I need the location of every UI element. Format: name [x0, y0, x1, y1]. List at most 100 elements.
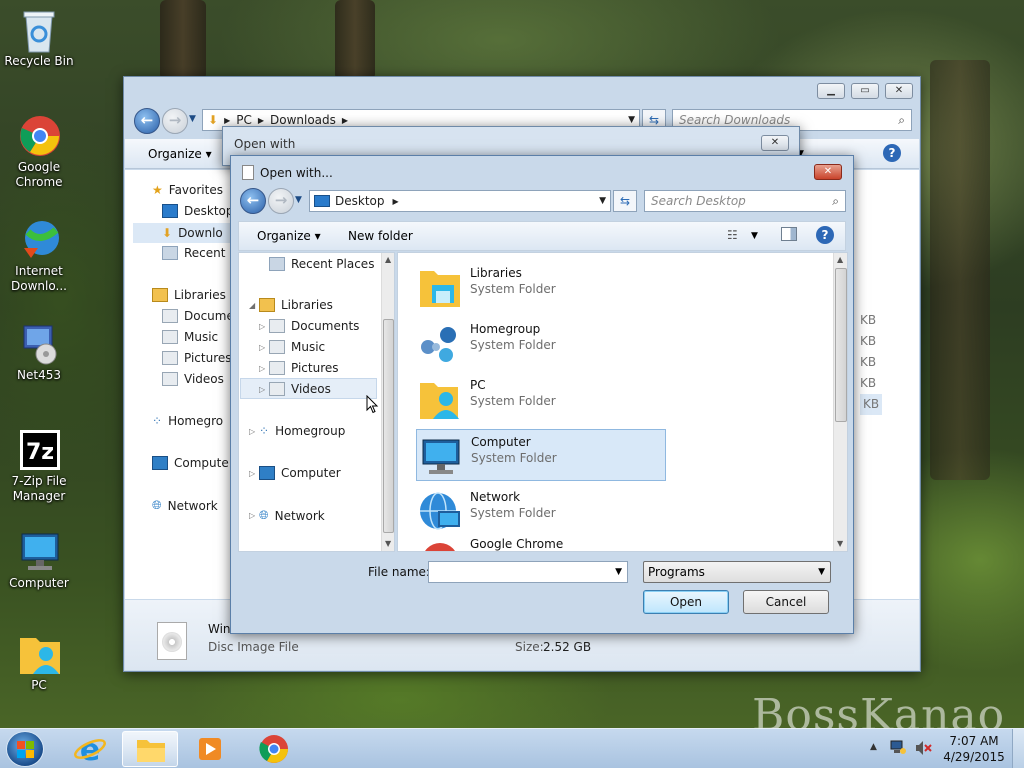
scroll-down-arrow[interactable]: ▼ — [385, 539, 391, 548]
desktop-icon-google-chrome[interactable]: Google Chrome — [1, 114, 77, 190]
size-column: KB KB KB KB KB — [860, 310, 883, 415]
minimize-button[interactable]: ▁ — [817, 83, 845, 99]
dialog-refresh-button[interactable]: ⇆ — [613, 190, 637, 212]
tree-expand-arrow[interactable]: ▷ — [249, 427, 255, 436]
desktop-icon-label: Google Chrome — [15, 160, 63, 189]
nav-music[interactable]: Music — [162, 330, 218, 344]
file-list-scrollbar[interactable]: ▲ ▼ — [833, 253, 847, 551]
dialog-address-dropdown-icon[interactable]: ▼ — [599, 196, 606, 206]
taskbar-internet-explorer[interactable]: e — [62, 731, 118, 768]
volume-muted-icon[interactable] — [914, 740, 932, 756]
tree-expand-arrow[interactable]: ▷ — [249, 469, 255, 478]
breadcrumb-pc[interactable]: PC — [236, 113, 252, 127]
dialog-close-button[interactable]: ✕ — [814, 164, 842, 180]
nav-favorites[interactable]: ★ Favorites — [152, 183, 223, 197]
forward-button[interactable]: → — [162, 108, 188, 134]
breadcrumb-desktop[interactable]: Desktop — [335, 194, 385, 208]
nav-computer[interactable]: Compute — [152, 456, 229, 470]
desktop-icon-label: Computer — [9, 576, 69, 590]
filename-input[interactable]: ▼ — [428, 561, 628, 583]
dialog-organize-menu[interactable]: Organize ▾ — [257, 229, 321, 243]
address-dropdown-icon[interactable]: ▼ — [628, 115, 635, 125]
dialog-address-bar[interactable]: Desktop ▶ ▼ — [309, 190, 611, 212]
tree-expand-arrow[interactable]: ▷ — [259, 385, 265, 394]
file-item-network[interactable]: Network System Folder — [416, 485, 666, 537]
taskbar-clock[interactable]: 7:07 AM 4/29/2015 — [942, 733, 1006, 765]
desktop-icon-computer[interactable]: Computer — [1, 530, 77, 591]
network-tray-icon[interactable] — [890, 740, 906, 754]
show-desktop-button[interactable] — [1012, 729, 1024, 768]
file-item-google-chrome[interactable]: Google Chrome — [416, 533, 666, 551]
tree-music[interactable]: Music — [269, 340, 325, 354]
dialog-forward-button[interactable]: → — [268, 188, 294, 214]
desktop-icon-internet-download-manager[interactable]: Internet Downlo... — [1, 218, 77, 294]
installer-icon — [18, 322, 60, 365]
breadcrumb-downloads[interactable]: Downloads — [270, 113, 336, 127]
nav-homegroup[interactable]: ⁘ Homegro — [152, 414, 223, 428]
nav-documents[interactable]: Docume — [162, 309, 234, 323]
filename-dropdown-icon[interactable]: ▼ — [615, 567, 622, 577]
open-button[interactable]: Open — [643, 590, 729, 614]
preview-pane-icon[interactable] — [781, 227, 797, 241]
tree-expand-arrow[interactable]: ▷ — [259, 343, 265, 352]
tree-homegroup[interactable]: ⁘ Homegroup — [259, 424, 345, 438]
view-dropdown-icon[interactable]: ▼ — [751, 231, 758, 241]
tree-recent-places[interactable]: Recent Places — [269, 257, 374, 271]
dialog-recent-dropdown-icon[interactable]: ▼ — [295, 195, 302, 205]
tree-expand-arrow[interactable]: ◢ — [249, 301, 255, 310]
nav-pictures[interactable]: Pictures — [162, 351, 232, 365]
view-list-icon[interactable]: ☷ — [727, 228, 738, 242]
desktop-icon-recycle-bin[interactable]: Recycle Bin — [1, 8, 77, 69]
tree-expand-arrow[interactable]: ▷ — [249, 511, 255, 520]
back-button[interactable]: ← — [134, 108, 160, 134]
tree-computer[interactable]: Computer — [259, 466, 341, 480]
filter-dropdown-icon[interactable]: ▼ — [818, 567, 825, 577]
taskbar-media-player[interactable] — [182, 731, 238, 767]
tree-network[interactable]: 🌐︎ Network — [259, 508, 325, 523]
dialog-command-bar: Organize ▾ New folder ☷ ▼ ? — [238, 221, 846, 251]
file-item-computer[interactable]: Computer System Folder — [416, 429, 666, 481]
recent-pages-dropdown-icon[interactable]: ▼ — [189, 114, 196, 124]
nav-desktop[interactable]: Desktop — [162, 204, 234, 218]
nav-network[interactable]: 🌐︎ Network — [152, 498, 218, 513]
nav-recent-places[interactable]: Recent — [162, 246, 225, 260]
tree-libraries[interactable]: Libraries — [259, 298, 333, 312]
help-icon[interactable]: ? — [883, 144, 901, 162]
desktop-icon-net453[interactable]: Net453 — [1, 322, 77, 383]
help-icon[interactable]: ? — [816, 226, 834, 244]
tree-pictures[interactable]: Pictures — [269, 361, 339, 375]
close-button[interactable]: ✕ — [885, 83, 913, 99]
file-type-filter-select[interactable]: Programs ▼ — [643, 561, 831, 583]
tree-scrollbar[interactable]: ▲ ▼ — [381, 253, 394, 551]
scroll-down-arrow[interactable]: ▼ — [837, 539, 843, 548]
tree-expand-arrow[interactable]: ▷ — [259, 364, 265, 373]
details-size-label: Size: — [515, 640, 544, 654]
scroll-up-arrow[interactable]: ▲ — [385, 255, 391, 264]
dialog-back-button[interactable]: ← — [240, 188, 266, 214]
maximize-button[interactable]: ▭ — [851, 83, 879, 99]
tree-videos[interactable]: Videos — [269, 382, 331, 396]
file-item-homegroup[interactable]: Homegroup System Folder — [416, 317, 666, 369]
taskbar-google-chrome[interactable] — [246, 731, 302, 767]
new-folder-button[interactable]: New folder — [348, 229, 413, 243]
cancel-button[interactable]: Cancel — [743, 590, 829, 614]
details-file-name: Win — [208, 622, 231, 636]
dialog-search-input[interactable]: Search Desktop ⌕ — [644, 190, 846, 212]
desktop-icon-pc[interactable]: PC — [1, 632, 77, 693]
file-item-pc[interactable]: PC System Folder — [416, 373, 666, 425]
desktop-icon-7zip[interactable]: 7z 7-Zip File Manager — [1, 428, 77, 504]
show-hidden-icons-button[interactable]: ▲ — [870, 742, 877, 752]
organize-menu[interactable]: Organize ▾ — [148, 147, 212, 161]
file-list-scrollbar-thumb[interactable] — [835, 268, 847, 422]
nav-videos[interactable]: Videos — [162, 372, 224, 386]
taskbar-file-explorer[interactable] — [122, 731, 178, 767]
tree-documents[interactable]: Documents — [269, 319, 359, 333]
nav-libraries[interactable]: Libraries — [152, 288, 226, 302]
tree-expand-arrow[interactable]: ▷ — [259, 322, 265, 331]
dialog-title: Open with... — [260, 166, 333, 180]
file-item-libraries[interactable]: Libraries System Folder — [416, 261, 666, 313]
start-button[interactable] — [6, 731, 44, 767]
open-with-close-button[interactable]: ✕ — [761, 135, 789, 151]
scroll-up-arrow[interactable]: ▲ — [837, 255, 843, 264]
tree-scrollbar-thumb[interactable] — [383, 319, 394, 533]
